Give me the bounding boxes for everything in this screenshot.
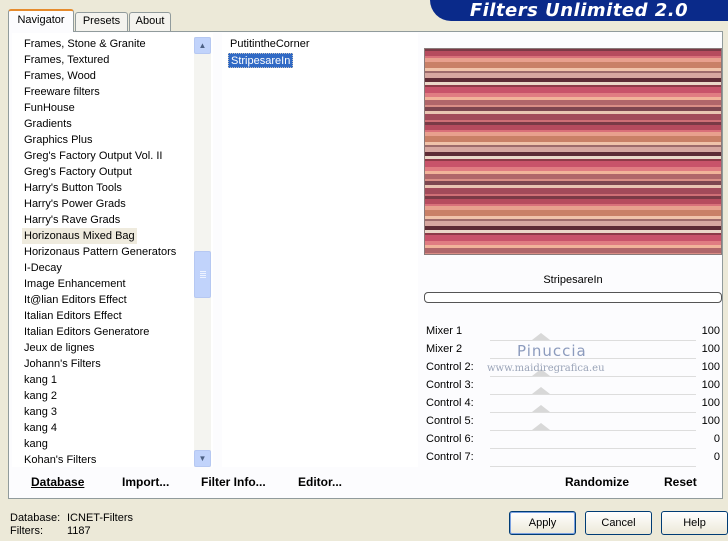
- progress-bar: [424, 292, 722, 303]
- database-status-value: ICNET-Filters: [67, 512, 133, 524]
- title-banner: Filters Unlimited 2.0: [430, 0, 728, 21]
- help-button[interactable]: Help: [661, 511, 728, 535]
- filter-item[interactable]: PutitintheCorner: [228, 37, 312, 52]
- tab-navigator[interactable]: Navigator: [8, 9, 74, 32]
- category-item[interactable]: Italian Editors Effect: [22, 308, 124, 324]
- reset-button[interactable]: Reset: [664, 474, 697, 490]
- apply-button[interactable]: Apply: [509, 511, 576, 535]
- database-status-label: Database:: [10, 512, 61, 524]
- category-item[interactable]: Greg's Factory Output Vol. II: [22, 148, 164, 164]
- category-item[interactable]: Gradients: [22, 116, 74, 132]
- tab-presets[interactable]: Presets: [75, 12, 128, 31]
- category-item[interactable]: kang 3: [22, 404, 59, 420]
- category-item[interactable]: I-Decay: [22, 260, 64, 276]
- category-item[interactable]: Johann's Filters: [22, 356, 103, 372]
- category-item[interactable]: Harry's Rave Grads: [22, 212, 122, 228]
- control-value: 0: [713, 451, 720, 463]
- watermark-decoration: [532, 405, 550, 412]
- filters-status-label: Filters:: [10, 525, 43, 537]
- control-label: Control 4:: [426, 397, 474, 409]
- control-slider[interactable]: Control 4: 100: [424, 396, 722, 414]
- slider-track[interactable]: [490, 448, 696, 449]
- category-item[interactable]: Kohan's Filters: [22, 452, 98, 468]
- control-value: 100: [701, 379, 720, 391]
- control-label: Mixer 2: [426, 343, 463, 355]
- slider-track[interactable]: [490, 430, 696, 431]
- filters-status-value: 1187: [67, 525, 91, 537]
- category-item[interactable]: Frames, Stone & Granite: [22, 36, 148, 52]
- randomize-button[interactable]: Randomize: [565, 474, 629, 490]
- control-label: Control 3:: [426, 379, 474, 391]
- filter-item[interactable]: StripesareIn: [228, 53, 294, 68]
- category-item[interactable]: kang: [22, 436, 50, 452]
- category-item[interactable]: Harry's Power Grads: [22, 196, 128, 212]
- control-value: 100: [701, 415, 720, 427]
- filter-info-button[interactable]: Filter Info...: [201, 474, 266, 490]
- category-item[interactable]: Image Enhancement: [22, 276, 128, 292]
- control-label: Control 2:: [426, 361, 474, 373]
- category-item[interactable]: Jeux de lignes: [22, 340, 96, 356]
- window-title: Filters Unlimited 2.0: [469, 0, 689, 21]
- control-label: Control 6:: [426, 433, 474, 445]
- cancel-button[interactable]: Cancel: [585, 511, 652, 535]
- watermark-url: www.maidiregrafica.eu: [487, 363, 605, 374]
- watermark-name: Pinuccia: [517, 342, 587, 360]
- chevron-down-icon[interactable]: ▼: [194, 450, 211, 467]
- filters-status: Filters: 1187: [10, 525, 91, 538]
- control-label: Control 5:: [426, 415, 474, 427]
- category-item[interactable]: kang 2: [22, 388, 59, 404]
- category-item[interactable]: kang 4: [22, 420, 59, 436]
- control-value: 100: [701, 361, 720, 373]
- control-slider[interactable]: Control 5: 100: [424, 414, 722, 432]
- control-value: 100: [701, 397, 720, 409]
- database-button[interactable]: Database: [31, 474, 84, 490]
- control-value: 0: [713, 433, 720, 445]
- category-item[interactable]: It@lian Editors Effect: [22, 292, 129, 308]
- category-item[interactable]: Harry's Button Tools: [22, 180, 124, 196]
- control-value: 100: [701, 325, 720, 337]
- preview-image: [424, 48, 722, 255]
- control-slider[interactable]: Control 6: 0: [424, 432, 722, 450]
- category-item[interactable]: FunHouse: [22, 100, 77, 116]
- tab-about[interactable]: About: [129, 12, 171, 31]
- category-item[interactable]: Frames, Wood: [22, 68, 98, 84]
- slider-track[interactable]: [490, 394, 696, 395]
- category-item[interactable]: Freeware filters: [22, 84, 102, 100]
- control-slider[interactable]: Control 3: 100: [424, 378, 722, 396]
- category-item[interactable]: Horizonaus Mixed Bag: [22, 228, 137, 244]
- category-item[interactable]: kang 1: [22, 372, 59, 388]
- control-slider[interactable]: Control 7: 0: [424, 450, 722, 468]
- control-label: Control 7:: [426, 451, 474, 463]
- category-item[interactable]: Graphics Plus: [22, 132, 94, 148]
- watermark-decoration: [532, 423, 550, 430]
- category-scrollbar[interactable]: ▲ ▼: [194, 37, 211, 467]
- database-status: Database: ICNET-Filters: [10, 512, 133, 525]
- category-item[interactable]: Frames, Textured: [22, 52, 111, 68]
- control-label: Mixer 1: [426, 325, 463, 337]
- slider-track[interactable]: [490, 340, 696, 341]
- chevron-up-icon[interactable]: ▲: [194, 37, 211, 54]
- watermark-decoration: [532, 333, 550, 340]
- preview-stripe: [424, 253, 722, 255]
- category-item[interactable]: Horizonaus Pattern Generators: [22, 244, 178, 260]
- category-item[interactable]: Greg's Factory Output: [22, 164, 134, 180]
- category-item[interactable]: Italian Editors Generatore: [22, 324, 151, 340]
- database-label: Database: [31, 475, 85, 489]
- preset-name: StripesareIn: [543, 274, 603, 286]
- slider-track[interactable]: [490, 466, 696, 467]
- watermark-decoration: [532, 387, 550, 394]
- import-button[interactable]: Import...: [122, 474, 169, 490]
- slider-track[interactable]: [490, 412, 696, 413]
- filter-list[interactable]: PutitintheCorner StripesareIn: [222, 33, 418, 467]
- control-slider[interactable]: Mixer 1 100: [424, 324, 722, 342]
- scrollbar-thumb[interactable]: [194, 251, 211, 298]
- category-list[interactable]: Frames, Stone & Granite Frames, Textured F…: [12, 33, 213, 467]
- control-value: 100: [701, 343, 720, 355]
- slider-track[interactable]: [490, 376, 696, 377]
- editor-button[interactable]: Editor...: [298, 474, 342, 490]
